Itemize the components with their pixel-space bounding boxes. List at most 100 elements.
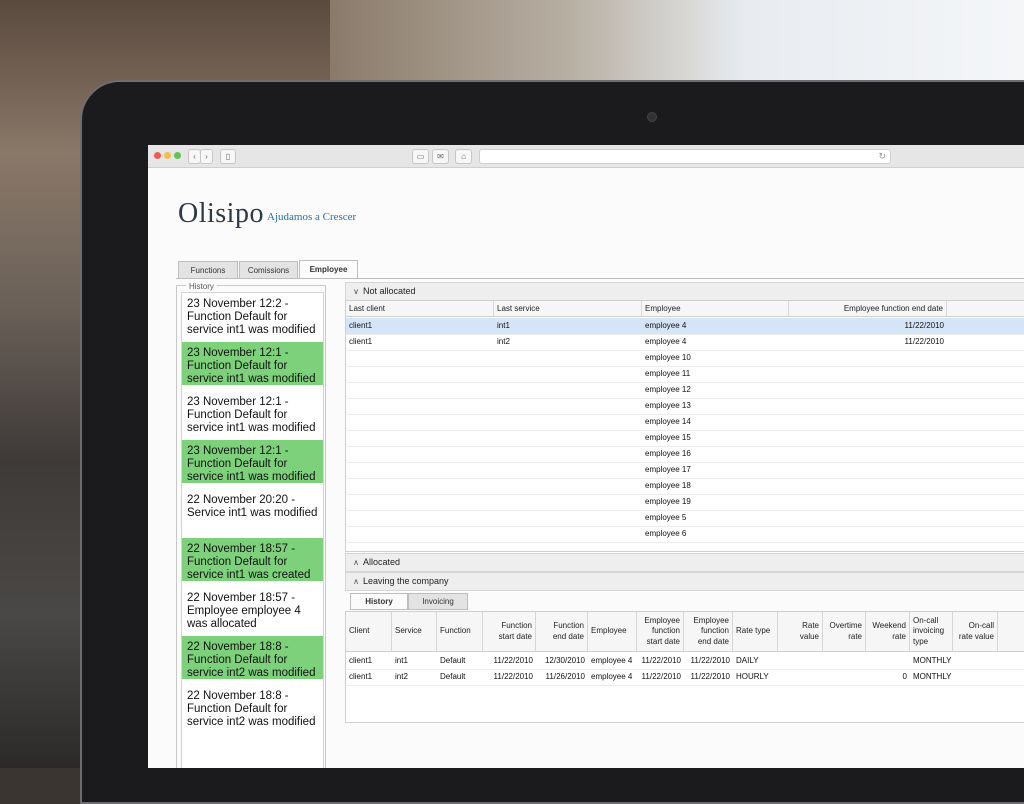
table-cell: employee 4 [645,337,687,346]
column-header[interactable]: Overtime rate [823,612,866,652]
column-header[interactable]: Last service [494,301,642,317]
table-cell: 11/22/2010 [493,656,533,665]
table-cell [346,446,494,462]
table-cell: 11/22/2010 [904,337,944,346]
history-item[interactable]: 22 November 18:8 - Function Default for … [182,685,323,728]
table-cell: int2 [497,337,510,346]
table-cell [346,494,494,510]
table-row[interactable]: client1 int2 Default 11/22/2010 11/26/2010 em… [346,669,1024,686]
column-header[interactable]: On-call invoicing type [910,612,953,652]
history-item[interactable]: 23 November 12:1 - Function Default for … [182,440,323,483]
table-cell [494,494,642,510]
table-cell [494,398,642,414]
table-row[interactable]: employee 14 [346,414,1024,431]
table-cell: employee 12 [645,385,691,394]
history-legend: History [186,282,217,291]
subtab-history[interactable]: History [350,593,408,610]
tab-comissions[interactable]: Comissions [239,261,298,279]
maximize-window-icon[interactable] [174,152,181,159]
table-cell [789,494,947,510]
table-cell [866,653,910,669]
table-row[interactable]: employee 10 [346,350,1024,367]
table-cell [823,669,866,685]
tab-functions[interactable]: Functions [178,261,238,279]
column-header[interactable]: On-call rate value [953,612,998,652]
column-header[interactable]: Employee [588,612,637,652]
address-bar[interactable]: ↻ [479,149,891,164]
forward-icon[interactable]: › [200,149,213,164]
table-row[interactable]: employee 5 [346,510,1024,527]
leaving-title: Leaving the company [363,576,449,586]
allocated-header[interactable]: ∧ Allocated [345,553,1024,572]
table-cell: 11/22/2010 [690,656,730,665]
table-row[interactable]: employee 15 [346,430,1024,447]
history-item[interactable]: 22 November 18:8 - Function Default for … [182,636,323,679]
history-item[interactable]: 22 November 18:57 - Function Default for… [182,538,323,581]
table-cell [953,653,998,669]
minimize-window-icon[interactable] [164,152,171,159]
history-item[interactable]: 23 November 12:1 - Function Default for … [182,391,323,434]
table-cell [494,462,642,478]
column-header[interactable]: Employee function start date [637,612,684,652]
table-row[interactable]: employee 16 [346,446,1024,463]
table-row[interactable]: employee 13 [346,398,1024,415]
table-row[interactable]: client1 int2 employee 4 11/22/2010 [346,334,1024,351]
table-cell: int2 [395,672,408,681]
column-header[interactable]: Employee function end date [789,301,947,317]
mail-icon[interactable]: ✉ [432,149,449,164]
subtab-invoicing[interactable]: Invoicing [408,593,468,610]
table-cell [494,414,642,430]
table-row[interactable]: client1 int1 employee 4 11/22/2010 [346,318,1024,335]
table-cell [778,653,823,669]
table-row[interactable]: employee 17 [346,462,1024,479]
table-cell: employee 13 [645,401,691,410]
column-header[interactable]: Employee [642,301,789,317]
sidebar-icon[interactable]: ▯ [220,149,236,164]
column-header[interactable]: Rate type [733,612,778,652]
browser-toolbar: ‹ › ▯ ▭ ✉ ⌂ ↻ [148,145,1024,168]
table-row[interactable]: employee 12 [346,382,1024,399]
table-cell [494,430,642,446]
not-allocated-header[interactable]: ∨ Not allocated [345,282,1024,301]
column-header[interactable]: Service [392,612,437,652]
column-header[interactable]: Weekend rate [866,612,910,652]
table-cell [789,478,947,494]
column-header[interactable]: Client [346,612,392,652]
history-item[interactable]: 22 November 20:20 - Service int1 was mod… [182,489,323,532]
history-list[interactable]: 23 November 12:2 - Function Default for … [181,292,324,768]
table-cell [494,446,642,462]
column-header[interactable]: Last client [346,301,494,317]
print-icon[interactable]: ▭ [412,149,429,164]
history-item[interactable]: 23 November 12:2 - Function Default for … [182,293,323,336]
table-cell [346,414,494,430]
tab-employee[interactable]: Employee [299,260,358,279]
table-row[interactable]: employee 19 [346,494,1024,511]
table-cell [494,510,642,526]
reload-icon[interactable]: ↻ [878,150,886,163]
column-header[interactable]: Function end date [536,612,588,652]
table-cell: client1 [349,656,373,665]
table-row[interactable]: employee 6 [346,526,1024,543]
home-icon[interactable]: ⌂ [455,149,472,164]
table-cell [789,398,947,414]
not-allocated-grid[interactable]: Last client Last service Employee Employee … [345,300,1024,552]
column-header[interactable]: Function start date [483,612,536,652]
history-item[interactable]: 23 November 12:1 - Function Default for … [182,342,323,385]
column-header[interactable]: Employee function end date [684,612,733,652]
table-row[interactable]: employee 18 [346,478,1024,495]
laptop-screen: ‹ › ▯ ▭ ✉ ⌂ ↻ Olisipo Ajudamos a Crescer… [148,145,1024,768]
column-header[interactable]: Rate value [778,612,823,652]
close-window-icon[interactable] [154,152,161,159]
table-row[interactable]: client1 int1 Default 11/22/2010 12/30/2010 em… [346,653,1024,670]
column-header-filler [947,301,1024,317]
table-cell [953,669,998,685]
leaving-grid[interactable]: Client Service Function Function start date… [345,611,1024,723]
table-row[interactable]: employee 11 [346,366,1024,383]
brand-logo: Olisipo [178,198,264,229]
table-cell: 11/22/2010 [904,321,944,330]
column-header[interactable]: Function [437,612,483,652]
history-item[interactable]: 22 November 18:57 - Employee employee 4 … [182,587,323,630]
table-cell [494,382,642,398]
leaving-header[interactable]: ∧ Leaving the company [345,572,1024,591]
table-cell: employee 6 [645,529,687,538]
